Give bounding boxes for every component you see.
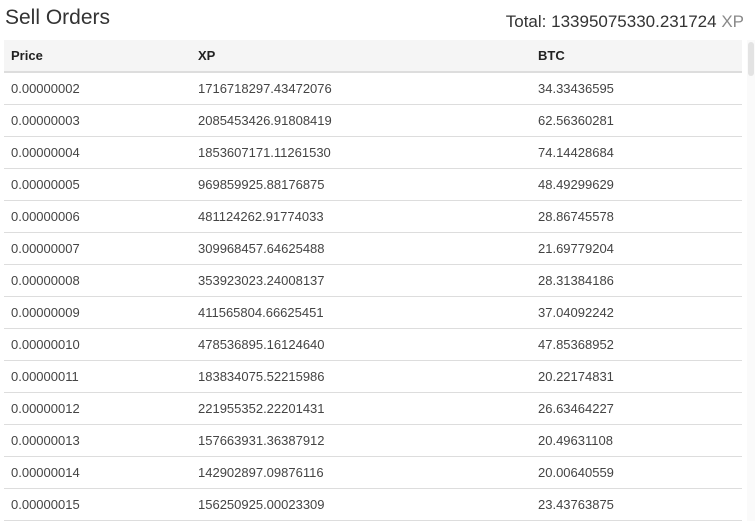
table-scrollbar[interactable] xyxy=(747,40,755,521)
sell-orders-header: Sell Orders Total: 13395075330.231724 XP xyxy=(0,0,756,40)
page-title: Sell Orders xyxy=(5,6,111,29)
cell-xp: 1853607171.11261530 xyxy=(191,136,531,169)
total-summary: Total: 13395075330.231724 XP xyxy=(506,12,744,32)
cell-btc: 28.31384186 xyxy=(531,264,742,297)
cell-btc: 26.63464227 xyxy=(531,392,742,425)
table-row[interactable]: 0.00000004 1853607171.11261530 74.14428684 xyxy=(4,136,742,169)
cell-btc: 28.86745578 xyxy=(531,200,742,233)
cell-xp: 221955352.22201431 xyxy=(191,392,531,425)
column-header-btc[interactable]: BTC xyxy=(531,40,742,73)
table-row[interactable]: 0.00000011 183834075.52215986 20.22174831 xyxy=(4,360,742,393)
cell-price: 0.00000008 xyxy=(4,264,191,297)
cell-xp: 478536895.16124640 xyxy=(191,328,531,361)
table-row[interactable]: 0.00000008 353923023.24008137 28.31384186 xyxy=(4,264,742,297)
sell-orders-table: Price XP BTC 0.00000002 1716718297.434720… xyxy=(4,40,742,521)
column-header-xp[interactable]: XP xyxy=(191,40,531,73)
table-row[interactable]: 0.00000013 157663931.36387912 20.49631108 xyxy=(4,424,742,457)
total-unit: XP xyxy=(721,12,744,31)
table-header-row: Price XP BTC xyxy=(4,40,742,73)
total-label: Total: xyxy=(505,12,547,31)
table-row[interactable]: 0.00000006 481124262.91774033 28.86745578 xyxy=(4,200,742,233)
table-row[interactable]: 0.00000005 969859925.88176875 48.49299629 xyxy=(4,168,742,201)
cell-btc: 47.85368952 xyxy=(531,328,742,361)
cell-price: 0.00000010 xyxy=(4,328,191,361)
cell-xp: 969859925.88176875 xyxy=(191,168,531,201)
cell-btc: 62.56360281 xyxy=(531,104,742,137)
cell-btc: 37.04092242 xyxy=(531,296,742,329)
cell-btc: 20.49631108 xyxy=(531,424,742,457)
cell-xp: 2085453426.91808419 xyxy=(191,104,531,137)
cell-btc: 20.00640559 xyxy=(531,456,742,489)
cell-xp: 411565804.66625451 xyxy=(191,296,531,329)
table-row[interactable]: 0.00000010 478536895.16124640 47.85368952 xyxy=(4,328,742,361)
cell-xp: 142902897.09876116 xyxy=(191,456,531,489)
table-body: 0.00000002 1716718297.43472076 34.33436595… xyxy=(4,72,742,521)
cell-btc: 20.22174831 xyxy=(531,360,742,393)
cell-xp: 157663931.36387912 xyxy=(191,424,531,457)
cell-price: 0.00000006 xyxy=(4,200,191,233)
cell-xp: 1716718297.43472076 xyxy=(191,72,531,105)
cell-xp: 481124262.91774033 xyxy=(191,200,531,233)
table-row[interactable]: 0.00000002 1716718297.43472076 34.33436595 xyxy=(4,72,742,105)
cell-price: 0.00000005 xyxy=(4,168,191,201)
cell-xp: 353923023.24008137 xyxy=(191,264,531,297)
cell-btc: 23.43763875 xyxy=(531,488,742,521)
table-row[interactable]: 0.00000014 142902897.09876116 20.00640559 xyxy=(4,456,742,489)
cell-btc: 74.14428684 xyxy=(531,136,742,169)
total-value: 13395075330.231724 xyxy=(551,12,717,31)
cell-xp: 156250925.00023309 xyxy=(191,488,531,521)
cell-price: 0.00000013 xyxy=(4,424,191,457)
column-header-price[interactable]: Price xyxy=(4,40,191,73)
table-row[interactable]: 0.00000012 221955352.22201431 26.63464227 xyxy=(4,392,742,425)
table-row[interactable]: 0.00000009 411565804.66625451 37.04092242 xyxy=(4,296,742,329)
cell-price: 0.00000015 xyxy=(4,488,191,521)
cell-price: 0.00000012 xyxy=(4,392,191,425)
table-row[interactable]: 0.00000007 309968457.64625488 21.69779204 xyxy=(4,232,742,265)
cell-xp: 183834075.52215986 xyxy=(191,360,531,393)
cell-price: 0.00000003 xyxy=(4,104,191,137)
cell-price: 0.00000004 xyxy=(4,136,191,169)
cell-price: 0.00000014 xyxy=(4,456,191,489)
cell-xp: 309968457.64625488 xyxy=(191,232,531,265)
table-row[interactable]: 0.00000003 2085453426.91808419 62.56360281 xyxy=(4,104,742,137)
cell-price: 0.00000011 xyxy=(4,360,191,393)
cell-price: 0.00000009 xyxy=(4,296,191,329)
table-row[interactable]: 0.00000015 156250925.00023309 23.43763875 xyxy=(4,488,742,521)
cell-btc: 34.33436595 xyxy=(531,72,742,105)
scrollbar-thumb[interactable] xyxy=(748,42,754,76)
cell-price: 0.00000002 xyxy=(4,72,191,105)
cell-btc: 21.69779204 xyxy=(531,232,742,265)
cell-btc: 48.49299629 xyxy=(531,168,742,201)
sell-orders-table-container[interactable]: Price XP BTC 0.00000002 1716718297.434720… xyxy=(4,40,756,521)
cell-price: 0.00000007 xyxy=(4,232,191,265)
